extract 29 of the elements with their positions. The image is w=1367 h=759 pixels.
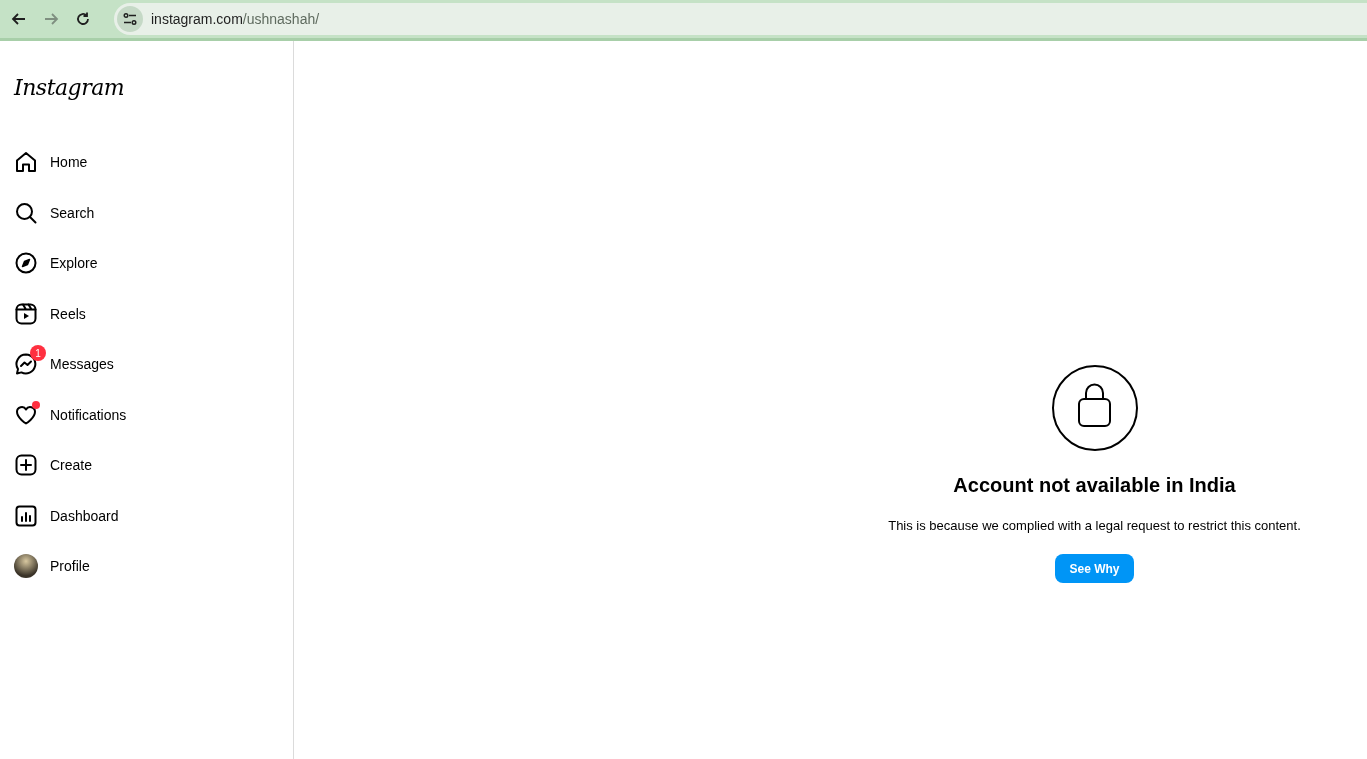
reload-icon <box>75 11 91 27</box>
lock-icon <box>1050 364 1139 452</box>
nav-item[interactable]: Search <box>12 188 281 237</box>
address-bar[interactable]: instagram.com/ushnashah/ <box>114 3 1367 35</box>
nav-item[interactable]: Reels <box>12 289 281 338</box>
reels-icon <box>14 301 38 326</box>
chat-bubble-icon <box>14 352 38 377</box>
plus-square-icon <box>14 453 38 478</box>
back-arrow-icon <box>11 11 27 27</box>
notification-badge: 1 <box>30 345 46 362</box>
nav-item[interactable]: Explore <box>12 239 281 288</box>
instagram-logo[interactable]: Instagram <box>14 75 125 100</box>
bar-chart-icon <box>14 503 38 528</box>
site-settings-button[interactable] <box>117 6 143 32</box>
search-icon <box>14 200 38 225</box>
nav-item[interactable]: Profile <box>12 542 281 591</box>
nav-item[interactable]: Dashboard <box>12 491 281 540</box>
nav-item[interactable]: Create <box>12 441 281 490</box>
compass-icon <box>14 251 38 276</box>
notice-title: Account not available in India <box>953 474 1236 497</box>
avatar-icon <box>14 554 38 579</box>
home-icon <box>14 150 38 175</box>
url-text: instagram.com/ushnashah/ <box>151 11 320 27</box>
nav-item[interactable]: Notifications <box>12 390 281 439</box>
sliders-icon <box>123 12 137 26</box>
forward-arrow-icon <box>43 11 59 27</box>
nav-item[interactable]: 1 Messages <box>12 340 281 389</box>
notice-message: This is because we complied with a legal request to restrict this content. <box>888 518 1301 533</box>
nav-item[interactable]: Home <box>12 138 281 187</box>
